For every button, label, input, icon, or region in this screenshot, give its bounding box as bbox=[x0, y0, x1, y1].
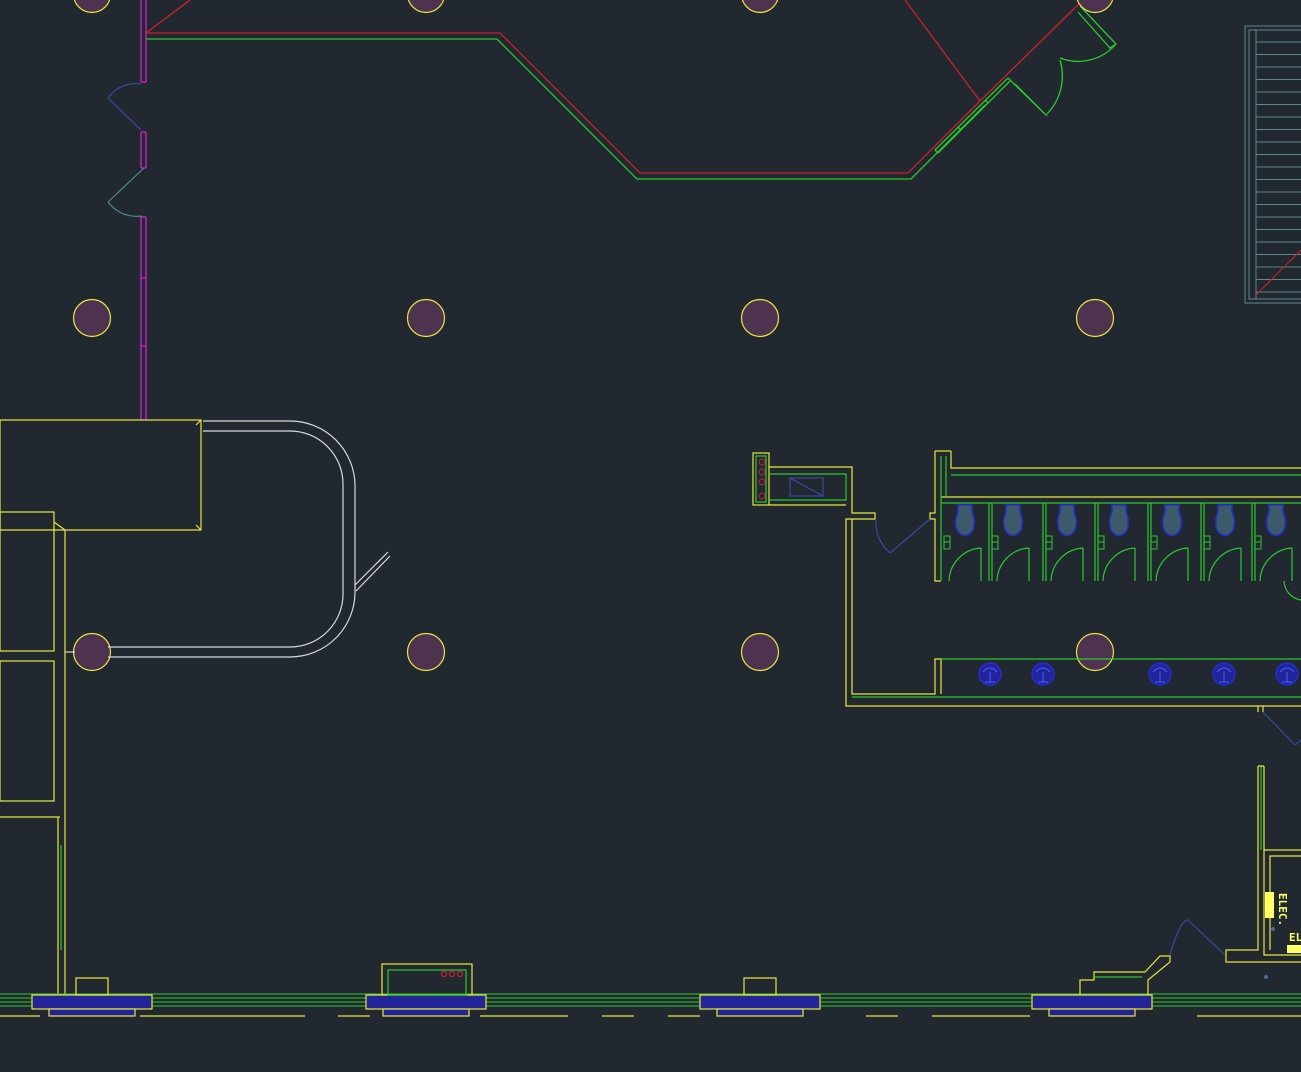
door-swing-upper bbox=[107, 83, 142, 131]
urinals bbox=[978, 662, 1299, 686]
structural-columns bbox=[72, 0, 1115, 672]
toilet-icon bbox=[1161, 504, 1183, 537]
column bbox=[72, 632, 112, 672]
column bbox=[406, 298, 446, 338]
toilet-icon bbox=[954, 504, 976, 537]
left-core-walls bbox=[0, 419, 202, 995]
door-swing-top-right bbox=[1007, 5, 1118, 117]
electrical-room-label: ELEC. bbox=[1276, 893, 1289, 926]
pier-footing bbox=[382, 1008, 470, 1017]
pier-base bbox=[699, 994, 821, 1010]
electrical-room-walls bbox=[1169, 765, 1301, 979]
magenta-partition-wall bbox=[140, 0, 147, 420]
toilet-stalls bbox=[943, 503, 1301, 601]
stair bbox=[1244, 25, 1301, 304]
exterior-piers bbox=[31, 977, 1153, 1017]
toilet-icon bbox=[1056, 504, 1078, 537]
stall-door-swing bbox=[1259, 547, 1293, 582]
stall-door-swing bbox=[1050, 547, 1084, 582]
column bbox=[741, 0, 779, 14]
pier-base bbox=[31, 994, 153, 1010]
stall-door-swing bbox=[1102, 547, 1136, 582]
stall-door-swing bbox=[996, 547, 1030, 582]
pier-column-cap bbox=[743, 977, 777, 996]
pier-footing bbox=[716, 1008, 804, 1017]
column bbox=[740, 298, 780, 338]
column bbox=[407, 0, 445, 14]
stall-door-swing bbox=[1155, 547, 1189, 582]
stall-door-swing bbox=[1208, 547, 1242, 582]
electrical-panel-2 bbox=[1287, 945, 1301, 953]
pier-feature-mechanical bbox=[381, 963, 473, 996]
pier-base bbox=[365, 994, 487, 1010]
toilet-icon bbox=[1108, 504, 1130, 537]
column bbox=[1075, 632, 1115, 672]
column bbox=[406, 632, 446, 672]
restroom-entry-door bbox=[875, 518, 931, 554]
toilet-icon bbox=[1002, 504, 1024, 537]
column bbox=[1076, 0, 1114, 14]
toilet-icon bbox=[1265, 504, 1287, 537]
toilet-icon bbox=[1214, 504, 1236, 537]
column bbox=[740, 632, 780, 672]
reception-counter bbox=[65, 420, 391, 658]
vanity-sinks bbox=[758, 458, 766, 500]
pier-base bbox=[1031, 994, 1153, 1010]
pier-footing bbox=[1048, 1008, 1136, 1017]
column bbox=[72, 298, 112, 338]
restroom-lower-door bbox=[1257, 706, 1301, 746]
electrical-room-label-2: EL bbox=[1289, 931, 1301, 944]
stall-door-swing bbox=[948, 547, 982, 582]
angled-glass-wall bbox=[145, 0, 1084, 180]
electrical-panel bbox=[1265, 892, 1274, 918]
stall-door-swing bbox=[1283, 580, 1301, 601]
floor-plan-canvas: ELEC. EL bbox=[0, 0, 1301, 1017]
pier-footing bbox=[48, 1008, 136, 1017]
column bbox=[1075, 298, 1115, 338]
column bbox=[73, 0, 111, 14]
pier-column-cap bbox=[75, 977, 109, 996]
pier-feature-ramp bbox=[1079, 955, 1171, 995]
door-swing-lower bbox=[107, 167, 145, 217]
